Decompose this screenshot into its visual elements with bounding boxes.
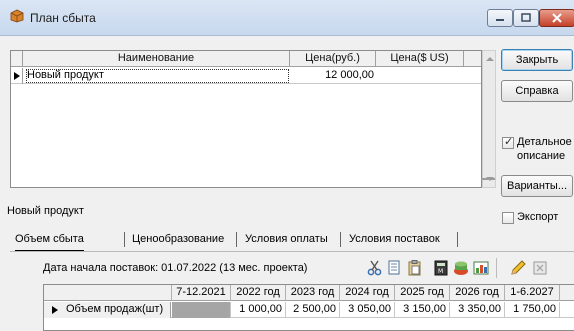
column-period[interactable]: 2024 год — [340, 285, 395, 301]
row-indicator-icon — [11, 68, 23, 84]
price-rub-cell[interactable]: 12 000,00 — [290, 68, 376, 84]
column-price-usd[interactable]: Цена($ US) — [376, 51, 464, 67]
toolbar-separator — [496, 258, 497, 278]
help-button[interactable]: Справка — [501, 80, 573, 102]
pencil-icon[interactable] — [509, 259, 527, 277]
tab-divider — [340, 232, 341, 247]
products-grid[interactable]: Наименование Цена(руб.) Цена($ US) Новый… — [10, 50, 482, 188]
table-row[interactable]: Объем продаж(шт) 1 000,00 2 500,00 3 050… — [44, 302, 574, 318]
tab-divider — [236, 232, 237, 247]
maximize-button[interactable] — [513, 9, 539, 27]
export-checkbox[interactable] — [502, 212, 514, 224]
window-title: План сбыта — [30, 11, 96, 25]
products-grid-header: Наименование Цена(руб.) Цена($ US) — [11, 51, 481, 67]
scissors-icon[interactable] — [366, 259, 384, 277]
tab-divider — [124, 232, 125, 247]
volume-cell[interactable] — [172, 302, 231, 318]
row-label: Объем продаж(шт) — [66, 303, 164, 315]
close-window-button[interactable] — [539, 9, 574, 27]
paste-icon[interactable] — [406, 259, 424, 277]
clear-icon[interactable] — [531, 259, 549, 277]
row-indicator-icon: Объем продаж(шт) — [44, 302, 171, 318]
price-usd-cell[interactable] — [376, 68, 464, 84]
calc-icon[interactable]: M — [432, 259, 450, 277]
volume-cell[interactable]: 2 500,00 — [286, 302, 340, 318]
table-row[interactable]: Новый продукт 12 000,00 — [11, 68, 481, 84]
detail-checkbox[interactable] — [502, 135, 514, 149]
title-bar[interactable]: План сбыта — [0, 0, 574, 36]
start-date-label: Дата начала поставок: 01.07.2022 (13 мес… — [43, 262, 308, 274]
svg-text:M: M — [438, 268, 443, 275]
export-checkbox-label: Экспорт — [517, 211, 559, 223]
sales-plan-window: План сбыта Наименование Цена(руб.) Цена(… — [0, 0, 574, 331]
copy-icon[interactable] — [386, 259, 404, 277]
detail-tabs: Объем сбыта Ценообразование Условия опла… — [10, 229, 460, 251]
tab-delivery-terms[interactable]: Условия поставок — [349, 229, 440, 251]
header-indicator — [11, 51, 23, 67]
selected-product-label: Новый продукт — [7, 205, 84, 217]
close-button[interactable]: Закрыть — [501, 49, 573, 71]
products-scrollbar[interactable] — [482, 50, 496, 188]
minimize-button[interactable] — [487, 9, 513, 27]
variants-button[interactable]: Варианты... — [501, 175, 573, 197]
column-period[interactable]: 2025 год — [395, 285, 450, 301]
scroll-up-icon[interactable] — [486, 57, 494, 61]
column-period[interactable]: 2026 год — [450, 285, 505, 301]
fill-icon[interactable] — [452, 259, 470, 277]
volume-cell[interactable]: 1 000,00 — [231, 302, 286, 318]
detail-checkbox-label-2: описание — [517, 150, 566, 162]
chart-icon[interactable] — [472, 259, 490, 277]
column-period[interactable]: 2023 год — [286, 285, 340, 301]
volume-cell[interactable]: 3 050,00 — [340, 302, 395, 318]
volume-cell[interactable]: 1 750,00 — [505, 302, 560, 318]
sales-volume-header: 7-12.2021 2022 год 2023 год 2024 год 202… — [44, 285, 574, 301]
app-icon — [10, 9, 24, 23]
sales-volume-grid[interactable]: 7-12.2021 2022 год 2023 год 2024 год 202… — [43, 284, 574, 331]
product-name-cell[interactable]: Новый продукт — [25, 68, 290, 84]
detail-checkbox-label: Детальное — [517, 136, 572, 148]
column-name[interactable]: Наименование — [23, 51, 290, 67]
splitter-handle[interactable] — [481, 178, 495, 180]
column-period[interactable]: 7-12.2021 — [172, 285, 231, 301]
column-price-rub[interactable]: Цена(руб.) — [290, 51, 376, 67]
volume-cell[interactable]: 3 150,00 — [395, 302, 450, 318]
tab-sales-volume[interactable]: Объем сбыта — [15, 229, 84, 251]
tab-payment-terms[interactable]: Условия оплаты — [245, 229, 328, 251]
tab-divider — [457, 232, 458, 247]
column-period[interactable]: 1-6.2027 — [505, 285, 560, 301]
column-blank — [44, 285, 172, 301]
tab-pricing[interactable]: Ценообразование — [132, 229, 224, 251]
column-period[interactable]: 2022 год — [231, 285, 286, 301]
volume-cell[interactable]: 3 350,00 — [450, 302, 505, 318]
